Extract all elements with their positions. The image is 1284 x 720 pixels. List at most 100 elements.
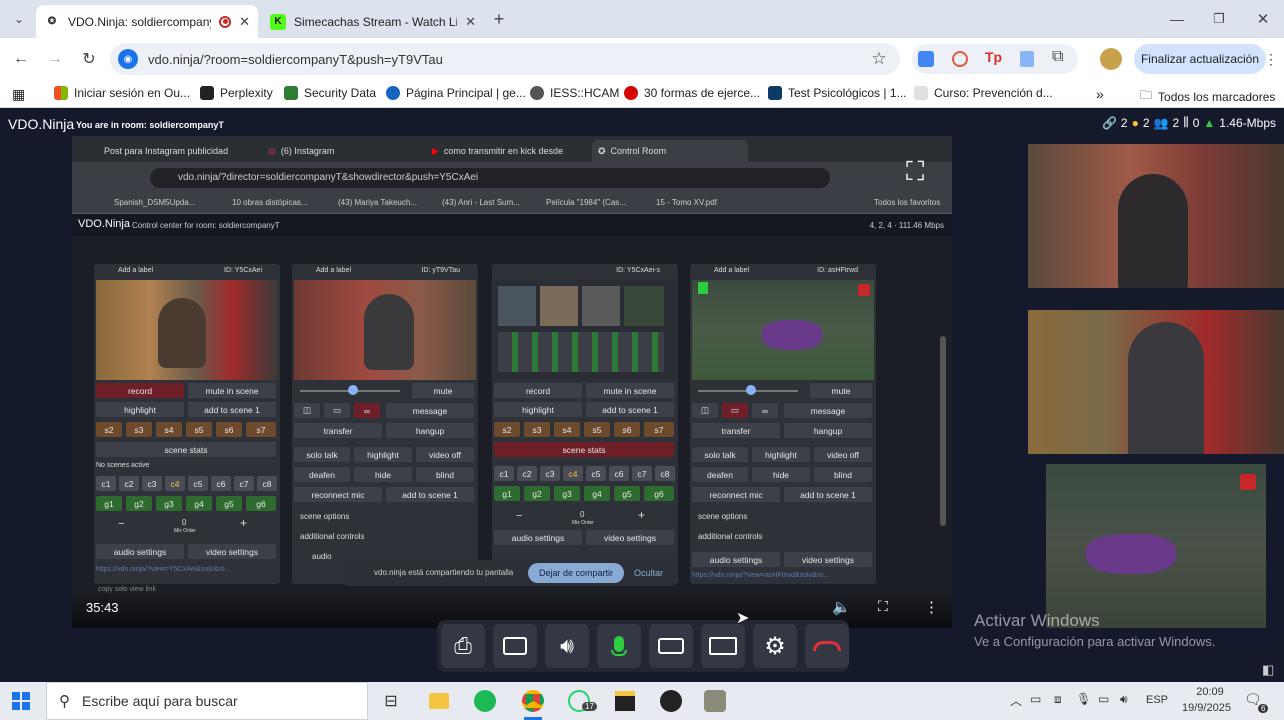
profile-avatar[interactable] (1100, 48, 1122, 70)
hide-video-icon[interactable]: ∞ (752, 403, 778, 418)
g4-button[interactable]: g4 (584, 486, 610, 501)
mute-button[interactable]: mute (412, 383, 474, 398)
hide-share-button[interactable]: Ocultar (634, 568, 663, 578)
deafen-button[interactable]: deafen (692, 467, 748, 482)
spotify-icon[interactable] (472, 688, 498, 714)
decrease-icon[interactable]: − (118, 518, 124, 530)
participant-video-2[interactable] (1028, 310, 1284, 454)
show-hidden-icons[interactable]: ︿ (1010, 692, 1022, 709)
scene-s4-button[interactable]: s4 (156, 422, 182, 437)
c2-button[interactable]: c2 (517, 466, 537, 481)
participant-video-1[interactable] (1028, 144, 1284, 288)
tray-network-icon[interactable]: ▭ (1098, 692, 1109, 706)
participant-video-3[interactable] (1046, 464, 1266, 628)
record-button[interactable]: record (96, 383, 184, 398)
stop-sharing-button[interactable]: Dejar de compartir (528, 563, 624, 583)
reload-icon[interactable]: ↻ (78, 48, 100, 70)
g3-button[interactable]: g3 (156, 496, 182, 511)
message-button[interactable]: message (386, 403, 474, 418)
bookmark-item[interactable]: Página Principal | ge... (386, 86, 526, 100)
star-bookmark-icon[interactable]: ☆ (868, 48, 890, 70)
tab-vdo-ninja[interactable]: ✪ VDO.Ninja: soldiercompany ✕ (36, 5, 258, 38)
new-tab-plus-icon[interactable]: + (488, 8, 510, 30)
windows-start-icon[interactable] (8, 688, 34, 714)
clock-time[interactable]: 20:09 (1188, 686, 1232, 698)
transfer-button[interactable]: transfer (692, 423, 780, 438)
video-menu-icon[interactable]: ⋮ (924, 598, 939, 616)
taskbar-search[interactable]: ⚲ Escribe aquí para buscar (46, 682, 368, 720)
blind-button[interactable]: blind (416, 467, 474, 482)
audio-settings-button[interactable]: audio settings (692, 552, 780, 567)
close-tab-icon[interactable]: ✕ (239, 14, 250, 30)
reconnect-mic-button[interactable]: reconnect mic (692, 487, 780, 502)
extension-icon[interactable] (952, 51, 968, 67)
c8-button[interactable]: c8 (655, 466, 675, 481)
tray-app-icon[interactable]: ▭ (1030, 692, 1041, 706)
c1-button[interactable]: c1 (96, 476, 116, 491)
c3-button[interactable]: c3 (540, 466, 560, 481)
solo-link[interactable]: https://vdo.ninja/?view=Y5CxAei&solo&ro.… (96, 566, 230, 573)
bookmark-item[interactable]: Perplexity (200, 86, 273, 100)
additional-controls-toggle[interactable]: additional controls (698, 532, 762, 541)
c5-button[interactable]: c5 (586, 466, 606, 481)
speaker-button[interactable]: 🔊︎ (545, 624, 589, 668)
c5-button[interactable]: c5 (188, 476, 208, 491)
add-to-scene-button[interactable]: add to scene 1 (784, 487, 872, 502)
g2-button[interactable]: g2 (524, 486, 550, 501)
hangup-button[interactable]: hangup (386, 423, 474, 438)
mic-off-icon[interactable]: ◫ (692, 403, 718, 418)
add-to-scene-button[interactable]: add to scene 1 (188, 402, 276, 417)
video-settings-button[interactable]: video settings (586, 530, 674, 545)
share-file-button[interactable]: ⎙ (441, 624, 485, 668)
volume-icon[interactable]: 🔈 (832, 598, 851, 616)
g4-button[interactable]: g4 (186, 496, 212, 511)
c7-button[interactable]: c7 (632, 466, 652, 481)
scene-s5-button[interactable]: s5 (584, 422, 610, 437)
scene-s2-button[interactable]: s2 (494, 422, 520, 437)
c4-button[interactable]: c4 (563, 466, 583, 481)
more-bookmarks-icon[interactable]: » (1096, 86, 1104, 102)
hangup-call-button[interactable] (805, 624, 849, 668)
all-bookmarks[interactable]: 🗀 Todos los marcadores (1140, 86, 1275, 107)
tab-search-chevron-icon[interactable]: ⌄ (8, 8, 30, 30)
scene-s3-button[interactable]: s3 (524, 422, 550, 437)
settings-button[interactable]: ⚙ (753, 624, 797, 668)
mute-in-scene-button[interactable]: mute in scene (188, 383, 276, 398)
scene-s6-button[interactable]: s6 (614, 422, 640, 437)
chrome-icon[interactable] (520, 688, 546, 714)
hide-button[interactable]: hide (752, 467, 810, 482)
close-window-icon[interactable]: ✕ (1252, 8, 1274, 30)
camera-icon[interactable]: ▭ (722, 403, 748, 418)
bookmark-item[interactable]: Iniciar sesión en Ou... (54, 86, 190, 100)
audio-settings-partial[interactable]: audio (312, 552, 332, 561)
bookmark-item[interactable]: Curso: Prevención d... (914, 86, 1053, 100)
tray-mic-icon[interactable]: 🎙︎ (1076, 692, 1091, 706)
translate-extension-icon[interactable] (918, 51, 934, 67)
site-info-icon[interactable]: ◉ (118, 49, 138, 69)
mic-button[interactable] (597, 624, 641, 668)
sticky-notes-icon[interactable] (612, 688, 638, 714)
url-bar[interactable]: ◉ vdo.ninja/?room=soldiercompanyT&push=y… (110, 43, 900, 75)
whatsapp-icon[interactable]: 17 (566, 688, 597, 714)
fullscreen-icon[interactable]: ⛶ (878, 598, 888, 615)
c8-button[interactable]: c8 (257, 476, 277, 491)
scene-options-toggle[interactable]: scene options (698, 512, 747, 521)
increase-icon[interactable]: + (240, 516, 247, 530)
record-button[interactable]: record (494, 383, 582, 398)
highlight-button[interactable]: highlight (752, 447, 810, 462)
deafen-button[interactable]: deafen (294, 467, 350, 482)
hide-video-icon[interactable]: ∞ (354, 403, 380, 418)
puzzle-extensions-icon[interactable]: ⧉ (1052, 48, 1063, 66)
scene-s3-button[interactable]: s3 (126, 422, 152, 437)
highlight-button[interactable]: highlight (96, 402, 184, 417)
mute-button[interactable]: mute (810, 383, 872, 398)
tray-app-icon[interactable]: ⧈ (1054, 692, 1062, 707)
close-tab-icon[interactable]: ✕ (465, 14, 476, 30)
additional-controls-toggle[interactable]: additional controls (300, 532, 364, 541)
bookmark-item[interactable]: Security Data (284, 86, 376, 100)
obs-icon[interactable] (658, 688, 684, 714)
scene-s6-button[interactable]: s6 (216, 422, 242, 437)
video-settings-button[interactable]: video settings (784, 552, 872, 567)
add-to-scene-button[interactable]: add to scene 1 (386, 487, 474, 502)
app-icon[interactable] (702, 688, 728, 714)
